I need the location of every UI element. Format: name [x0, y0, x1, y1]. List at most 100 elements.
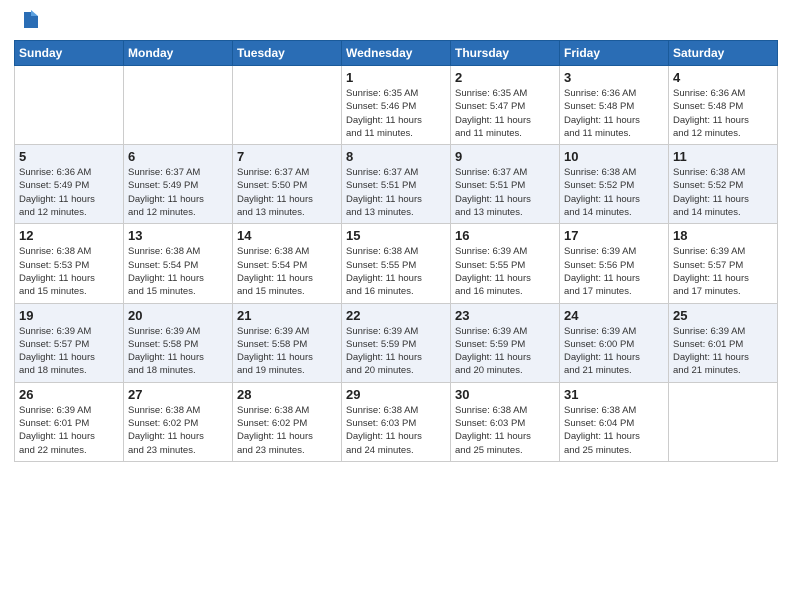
- day-number: 23: [455, 308, 555, 323]
- day-number: 10: [564, 149, 664, 164]
- day-number: 19: [19, 308, 119, 323]
- day-info: Sunrise: 6:39 AMSunset: 6:00 PMDaylight:…: [564, 325, 664, 378]
- week-row-4: 26 Sunrise: 6:39 AMSunset: 6:01 PMDayligh…: [15, 382, 778, 461]
- calendar-cell: 22 Sunrise: 6:39 AMSunset: 5:59 PMDayligh…: [342, 303, 451, 382]
- day-number: 6: [128, 149, 228, 164]
- day-info: Sunrise: 6:35 AMSunset: 5:47 PMDaylight:…: [455, 87, 555, 140]
- calendar-cell: [15, 66, 124, 145]
- day-info: Sunrise: 6:37 AMSunset: 5:51 PMDaylight:…: [346, 166, 446, 219]
- day-number: 5: [19, 149, 119, 164]
- calendar-cell: 21Sunrise: 6:39 AMSunset: 5:58 PMDayligh…: [233, 303, 342, 382]
- day-number: 3: [564, 70, 664, 85]
- day-info: Sunrise: 6:38 AMSunset: 6:03 PMDaylight:…: [455, 404, 555, 457]
- logo-icon: [20, 10, 42, 32]
- week-row-2: 12 Sunrise: 6:38 AMSunset: 5:53 PMDayligh…: [15, 224, 778, 303]
- calendar-cell: 25Sunrise: 6:39 AMSunset: 6:01 PMDayligh…: [669, 303, 778, 382]
- day-info: Sunrise: 6:36 AMSunset: 5:48 PMDaylight:…: [673, 87, 773, 140]
- day-info: Sunrise: 6:37 AMSunset: 5:49 PMDaylight:…: [128, 166, 228, 219]
- calendar-cell: 10 Sunrise: 6:38 AMSunset: 5:52 PMDayligh…: [560, 145, 669, 224]
- day-number: 26: [19, 387, 119, 402]
- day-info: Sunrise: 6:39 AMSunset: 6:01 PMDaylight:…: [673, 325, 773, 378]
- calendar-cell: 24 Sunrise: 6:39 AMSunset: 6:00 PMDayligh…: [560, 303, 669, 382]
- calendar-cell: [233, 66, 342, 145]
- calendar-cell: 15Sunrise: 6:38 AMSunset: 5:55 PMDayligh…: [342, 224, 451, 303]
- header: [14, 10, 778, 32]
- header-cell-monday: Monday: [124, 41, 233, 66]
- day-info: Sunrise: 6:39 AMSunset: 5:59 PMDaylight:…: [346, 325, 446, 378]
- calendar-cell: 6 Sunrise: 6:37 AMSunset: 5:49 PMDaylight…: [124, 145, 233, 224]
- day-number: 11: [673, 149, 773, 164]
- page: SundayMondayTuesdayWednesdayThursdayFrid…: [0, 0, 792, 612]
- day-number: 9: [455, 149, 555, 164]
- day-number: 31: [564, 387, 664, 402]
- calendar-cell: 4 Sunrise: 6:36 AMSunset: 5:48 PMDaylight…: [669, 66, 778, 145]
- day-number: 12: [19, 228, 119, 243]
- day-number: 30: [455, 387, 555, 402]
- calendar-cell: 8 Sunrise: 6:37 AMSunset: 5:51 PMDaylight…: [342, 145, 451, 224]
- header-cell-sunday: Sunday: [15, 41, 124, 66]
- calendar-cell: 12 Sunrise: 6:38 AMSunset: 5:53 PMDayligh…: [15, 224, 124, 303]
- header-cell-thursday: Thursday: [451, 41, 560, 66]
- day-info: Sunrise: 6:35 AMSunset: 5:46 PMDaylight:…: [346, 87, 446, 140]
- day-number: 29: [346, 387, 446, 402]
- calendar-cell: 14 Sunrise: 6:38 AMSunset: 5:54 PMDayligh…: [233, 224, 342, 303]
- day-info: Sunrise: 6:38 AMSunset: 5:52 PMDaylight:…: [673, 166, 773, 219]
- day-info: Sunrise: 6:39 AMSunset: 5:57 PMDaylight:…: [19, 325, 119, 378]
- logo: [14, 10, 42, 32]
- header-cell-saturday: Saturday: [669, 41, 778, 66]
- day-info: Sunrise: 6:38 AMSunset: 6:03 PMDaylight:…: [346, 404, 446, 457]
- calendar-cell: 20 Sunrise: 6:39 AMSunset: 5:58 PMDayligh…: [124, 303, 233, 382]
- day-info: Sunrise: 6:38 AMSunset: 5:54 PMDaylight:…: [237, 245, 337, 298]
- day-number: 22: [346, 308, 446, 323]
- day-number: 27: [128, 387, 228, 402]
- calendar-cell: 31Sunrise: 6:38 AMSunset: 6:04 PMDayligh…: [560, 382, 669, 461]
- day-number: 18: [673, 228, 773, 243]
- day-info: Sunrise: 6:39 AMSunset: 6:01 PMDaylight:…: [19, 404, 119, 457]
- calendar-table: SundayMondayTuesdayWednesdayThursdayFrid…: [14, 40, 778, 462]
- header-cell-wednesday: Wednesday: [342, 41, 451, 66]
- day-number: 28: [237, 387, 337, 402]
- calendar-cell: 28 Sunrise: 6:38 AMSunset: 6:02 PMDayligh…: [233, 382, 342, 461]
- day-info: Sunrise: 6:38 AMSunset: 5:52 PMDaylight:…: [564, 166, 664, 219]
- day-info: Sunrise: 6:37 AMSunset: 5:50 PMDaylight:…: [237, 166, 337, 219]
- day-info: Sunrise: 6:39 AMSunset: 5:59 PMDaylight:…: [455, 325, 555, 378]
- calendar-cell: 19 Sunrise: 6:39 AMSunset: 5:57 PMDayligh…: [15, 303, 124, 382]
- header-cell-friday: Friday: [560, 41, 669, 66]
- day-number: 24: [564, 308, 664, 323]
- calendar-cell: 9 Sunrise: 6:37 AMSunset: 5:51 PMDaylight…: [451, 145, 560, 224]
- calendar-cell: 18Sunrise: 6:39 AMSunset: 5:57 PMDayligh…: [669, 224, 778, 303]
- day-number: 4: [673, 70, 773, 85]
- calendar-cell: 3 Sunrise: 6:36 AMSunset: 5:48 PMDaylight…: [560, 66, 669, 145]
- calendar-cell: 7Sunrise: 6:37 AMSunset: 5:50 PMDaylight…: [233, 145, 342, 224]
- day-info: Sunrise: 6:39 AMSunset: 5:55 PMDaylight:…: [455, 245, 555, 298]
- day-info: Sunrise: 6:37 AMSunset: 5:51 PMDaylight:…: [455, 166, 555, 219]
- calendar-cell: [669, 382, 778, 461]
- day-number: 17: [564, 228, 664, 243]
- calendar-cell: 2 Sunrise: 6:35 AMSunset: 5:47 PMDaylight…: [451, 66, 560, 145]
- day-number: 20: [128, 308, 228, 323]
- calendar-cell: 5Sunrise: 6:36 AMSunset: 5:49 PMDaylight…: [15, 145, 124, 224]
- day-number: 8: [346, 149, 446, 164]
- day-number: 14: [237, 228, 337, 243]
- day-info: Sunrise: 6:38 AMSunset: 5:55 PMDaylight:…: [346, 245, 446, 298]
- day-number: 2: [455, 70, 555, 85]
- calendar-cell: [124, 66, 233, 145]
- day-info: Sunrise: 6:36 AMSunset: 5:48 PMDaylight:…: [564, 87, 664, 140]
- calendar-header: SundayMondayTuesdayWednesdayThursdayFrid…: [15, 41, 778, 66]
- day-info: Sunrise: 6:39 AMSunset: 5:58 PMDaylight:…: [128, 325, 228, 378]
- day-info: Sunrise: 6:38 AMSunset: 5:53 PMDaylight:…: [19, 245, 119, 298]
- header-cell-tuesday: Tuesday: [233, 41, 342, 66]
- calendar-cell: 23 Sunrise: 6:39 AMSunset: 5:59 PMDayligh…: [451, 303, 560, 382]
- calendar-cell: 16Sunrise: 6:39 AMSunset: 5:55 PMDayligh…: [451, 224, 560, 303]
- day-info: Sunrise: 6:38 AMSunset: 6:02 PMDaylight:…: [128, 404, 228, 457]
- calendar-cell: 30 Sunrise: 6:38 AMSunset: 6:03 PMDayligh…: [451, 382, 560, 461]
- week-row-0: 1 Sunrise: 6:35 AMSunset: 5:46 PMDaylight…: [15, 66, 778, 145]
- day-number: 13: [128, 228, 228, 243]
- day-number: 1: [346, 70, 446, 85]
- week-row-1: 5Sunrise: 6:36 AMSunset: 5:49 PMDaylight…: [15, 145, 778, 224]
- day-info: Sunrise: 6:38 AMSunset: 6:02 PMDaylight:…: [237, 404, 337, 457]
- calendar-cell: 1 Sunrise: 6:35 AMSunset: 5:46 PMDaylight…: [342, 66, 451, 145]
- calendar-cell: 13Sunrise: 6:38 AMSunset: 5:54 PMDayligh…: [124, 224, 233, 303]
- calendar-cell: 27 Sunrise: 6:38 AMSunset: 6:02 PMDayligh…: [124, 382, 233, 461]
- week-row-3: 19 Sunrise: 6:39 AMSunset: 5:57 PMDayligh…: [15, 303, 778, 382]
